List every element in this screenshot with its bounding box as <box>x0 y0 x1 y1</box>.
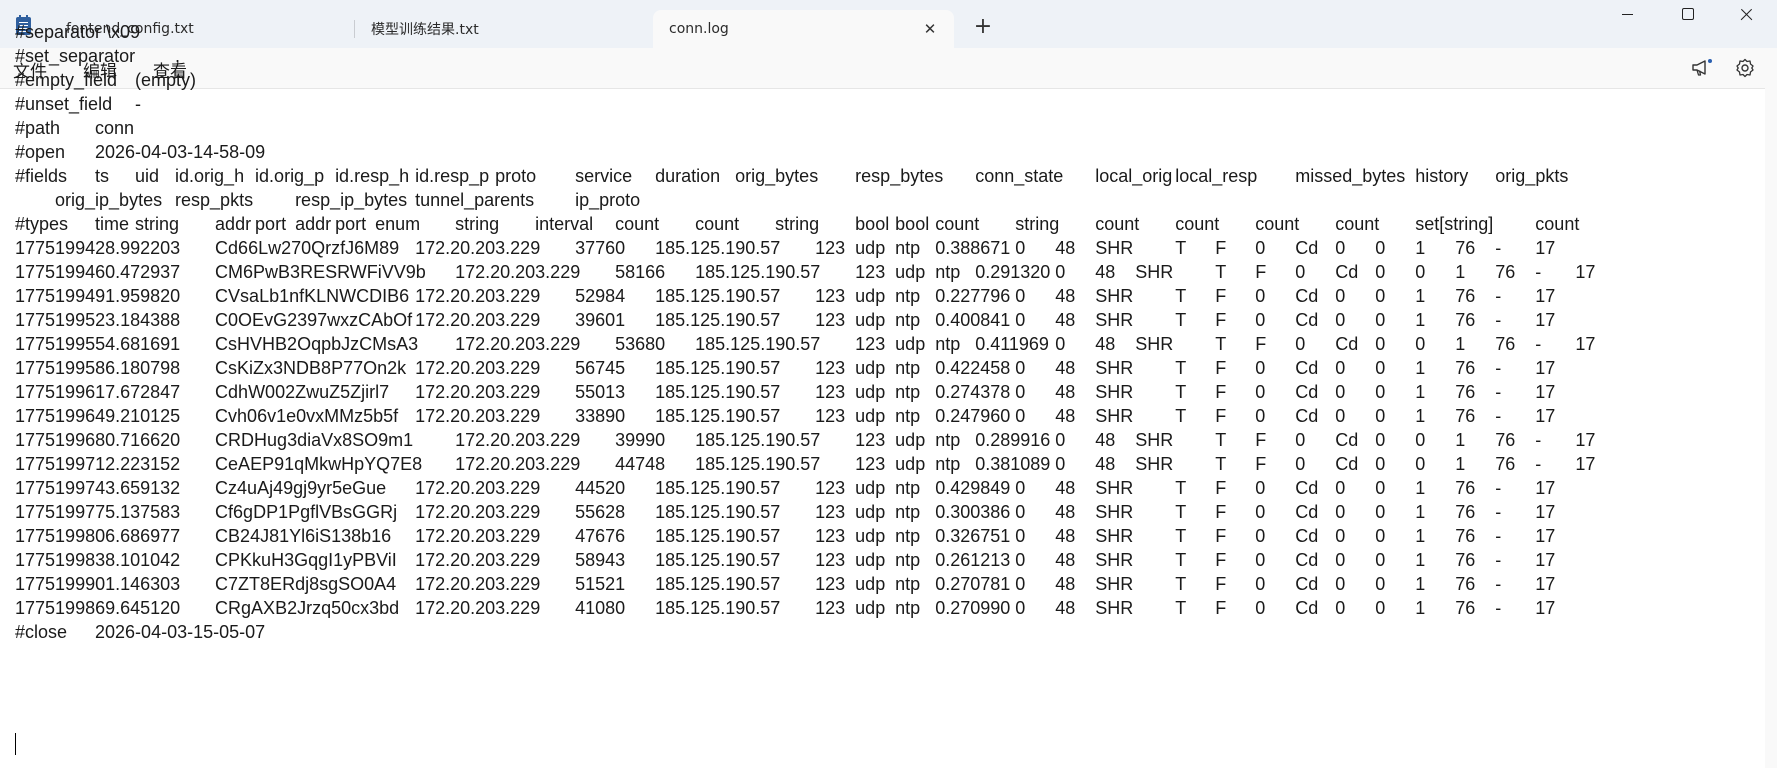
text-line: 1775199806.686977 CB24J81Yl6iS138b16 172… <box>15 526 1556 546</box>
text-line: #types time string addr port addr port e… <box>15 214 1580 234</box>
text-line: 1775199680.716620 CRDHug3diaVx8SO9m1 172… <box>15 430 1596 450</box>
text-line: 1775199869.645120 CRgAXB2Jrzq50cx3bd 172… <box>15 598 1556 618</box>
text-line: #empty_field (empty) <box>15 70 197 90</box>
vertical-scrollbar[interactable] <box>1765 88 1777 768</box>
text-line: #open 2026-04-03-14-58-09 <box>15 142 266 162</box>
text-line: #path conn <box>15 118 135 138</box>
text-caret <box>15 733 16 755</box>
text-line: 1775199775.137583 Cf6gDP1PgflVBsGGRj 172… <box>15 502 1556 522</box>
text-line: 1775199712.223152 CeAEP91qMkwHpYQ7E8 172… <box>15 454 1596 474</box>
text-line: #fields ts uid id.orig_h id.orig_p id.re… <box>15 166 1569 186</box>
text-line: #unset_field - <box>15 94 142 114</box>
text-line: 1775199460.472937 CM6PwB3RESRWFiVV9b 172… <box>15 262 1596 282</box>
text-line: 1775199838.101042 CPKkuH3GqgI1yPBViI 172… <box>15 550 1556 570</box>
document-text[interactable]: #separator \x09 #set_separator , #empty_fi… <box>15 20 1763 660</box>
text-line: 1775199491.959820 CVsaLb1nfKLNWCDIB6 172… <box>15 286 1556 306</box>
text-line: 1775199586.180798 CsKiZx3NDB8P77On2k 172… <box>15 358 1556 378</box>
text-line: 1775199743.659132 Cz4uAj49gj9yr5eGue 172… <box>15 478 1556 498</box>
notepad-window: fontend_config.txt 模型训练结果.txt conn.log ✕… <box>0 0 1777 768</box>
text-line: 1775199428.992203 Cd66Lw270QrzfJ6M89 172… <box>15 238 1556 258</box>
text-line: 1775199901.146303 C7ZT8ERdj8sgSO0A4 172.… <box>15 574 1556 594</box>
text-line: 1775199649.210125 Cvh06v1e0vxMMz5b5f 172… <box>15 406 1556 426</box>
text-line: #separator \x09 <box>15 22 141 42</box>
text-line: 1775199554.681691 CsHVHB2OqpbJzCMsA3 172… <box>15 334 1596 354</box>
text-line: 1775199617.672847 CdhW002ZwuZ5Zjirl7 172… <box>15 382 1556 402</box>
text-line: orig_ip_bytes resp_pkts resp_ip_bytes tu… <box>15 190 641 210</box>
text-line: #close 2026-04-03-15-05-07 <box>15 622 266 642</box>
text-line: #set_separator , <box>15 46 181 66</box>
text-line: 1775199523.184388 C0OEvG2397wxzCAbOf 172… <box>15 310 1556 330</box>
